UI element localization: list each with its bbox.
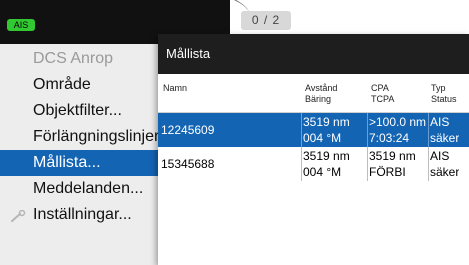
column-header-name[interactable]: Namn [163,83,187,94]
status-value: säker [430,131,460,145]
type-value: AIS [430,115,450,129]
column-header-cpa-tcpa[interactable]: CPA TCPA [371,83,394,105]
column-header-line: TCPA [371,94,395,104]
menu-item-label: Meddelanden... [33,180,144,197]
column-header-line: Bäring [305,94,332,104]
menu-item-label: DCS Anrop [33,50,114,67]
bearing-value: 004 °M [303,165,342,179]
column-divider [428,147,429,181]
type-value: AIS [430,149,450,163]
column-header-line: Namn [163,83,188,93]
menu-item-label: Objektfilter... [33,102,122,119]
distance-value: 3519 nm [303,149,350,163]
target-name: 15345688 [161,157,215,171]
ais-status-badge: AIS [7,19,35,31]
table-row[interactable]: 12245609 3519 nm 004 °M >100.0 nm 7:03:2… [158,113,469,147]
type-status-cell: AIS säker [430,114,459,148]
menu-item-label: Mållista... [33,154,101,171]
table-header: Namn Avstånd Bäring CPA TCPA Typ Status [158,74,469,113]
menu-item-label: Inställningar... [33,206,132,223]
column-divider [428,113,429,147]
target-list-window: Mållista Namn Avstånd Bäring CPA TCPA Ty… [158,34,469,265]
menu-item-label: Område [33,76,91,93]
table-row[interactable]: 15345688 3519 nm 004 °M 3519 nm FÖRBI AI… [158,147,469,181]
distance-bearing-cell: 3519 nm 004 °M [303,148,350,182]
column-divider [367,147,368,181]
cpa-value: >100.0 nm [369,115,427,129]
distance-bearing-cell: 3519 nm 004 °M [303,114,350,148]
cpa-tcpa-cell: >100.0 nm 7:03:24 [369,114,426,148]
column-header-type-status[interactable]: Typ Status [431,83,457,105]
column-divider [301,113,302,147]
bearing-value: 004 °M [303,131,342,145]
column-header-line: Status [431,94,457,104]
tcpa-value: 7:03:24 [369,131,410,145]
window-title: Mållista [158,34,469,74]
column-header-line: Avstånd [305,83,338,93]
cpa-tcpa-cell: 3519 nm FÖRBI [369,148,416,182]
tcpa-value: FÖRBI [369,165,406,179]
column-header-line: CPA [371,83,389,93]
column-divider [367,113,368,147]
cpa-value: 3519 nm [369,149,416,163]
wrench-icon [11,210,26,222]
column-header-distance-bearing[interactable]: Avstånd Bäring [305,83,337,105]
status-value: säker [430,165,460,179]
distance-value: 3519 nm [303,115,350,129]
column-header-line: Typ [431,83,446,93]
menu-item-label: Förlängningslinjer... [33,128,172,145]
type-status-cell: AIS säker [430,148,459,182]
page-indicator: 0 / 2 [241,11,291,30]
column-divider [301,147,302,181]
